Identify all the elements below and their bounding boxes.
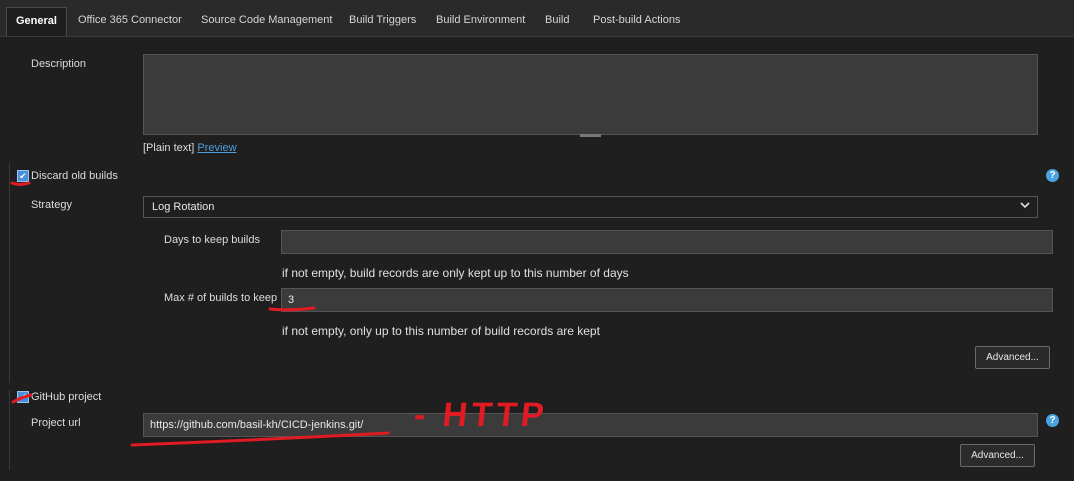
days-to-keep-label: Days to keep builds bbox=[164, 234, 260, 246]
tab-general[interactable]: General bbox=[6, 7, 67, 36]
advanced-button[interactable]: Advanced... bbox=[960, 444, 1035, 467]
strategy-select[interactable]: Log Rotation bbox=[143, 196, 1038, 218]
help-icon[interactable]: ? bbox=[1046, 414, 1059, 427]
tab-office-365-connector[interactable]: Office 365 Connector bbox=[78, 7, 182, 35]
plain-text-label: [Plain text] bbox=[143, 142, 195, 154]
max-help-text: if not empty, only up to this number of … bbox=[282, 324, 600, 338]
project-url-label: Project url bbox=[31, 417, 81, 429]
underline-mark bbox=[10, 181, 31, 186]
textarea-resize-grip[interactable] bbox=[580, 134, 601, 137]
tab-build-environment[interactable]: Build Environment bbox=[436, 7, 525, 35]
section-divider bbox=[9, 390, 10, 470]
max-builds-input[interactable] bbox=[281, 288, 1053, 312]
github-project-label: GitHub project bbox=[31, 391, 102, 403]
max-builds-label: Max # of builds to keep bbox=[164, 292, 278, 304]
description-textarea[interactable] bbox=[143, 54, 1038, 135]
section-divider bbox=[9, 163, 10, 383]
tab-build-triggers[interactable]: Build Triggers bbox=[349, 7, 416, 35]
preview-link[interactable]: Preview bbox=[197, 142, 236, 154]
description-label: Description bbox=[31, 58, 87, 70]
discard-old-builds-label: Discard old builds bbox=[31, 170, 118, 182]
project-url-input[interactable] bbox=[143, 413, 1038, 437]
days-to-keep-input[interactable] bbox=[281, 230, 1053, 254]
days-help-text: if not empty, build records are only kep… bbox=[282, 266, 629, 280]
github-project-checkbox[interactable]: ✔ bbox=[17, 391, 29, 403]
advanced-button[interactable]: Advanced... bbox=[975, 346, 1050, 369]
tab-post-build-actions[interactable]: Post-build Actions bbox=[593, 7, 680, 35]
tab-source-code-management[interactable]: Source Code Management bbox=[201, 7, 332, 35]
discard-old-builds-checkbox[interactable]: ✔ bbox=[17, 170, 29, 182]
tab-bar: General Office 365 Connector Source Code… bbox=[0, 0, 1074, 37]
strategy-label: Strategy bbox=[31, 199, 72, 211]
strategy-value: Log Rotation bbox=[152, 201, 215, 213]
chevron-down-icon bbox=[1019, 198, 1031, 218]
help-icon[interactable]: ? bbox=[1046, 169, 1059, 182]
tab-build[interactable]: Build bbox=[545, 7, 569, 35]
description-format: [Plain text] Preview bbox=[143, 142, 237, 154]
